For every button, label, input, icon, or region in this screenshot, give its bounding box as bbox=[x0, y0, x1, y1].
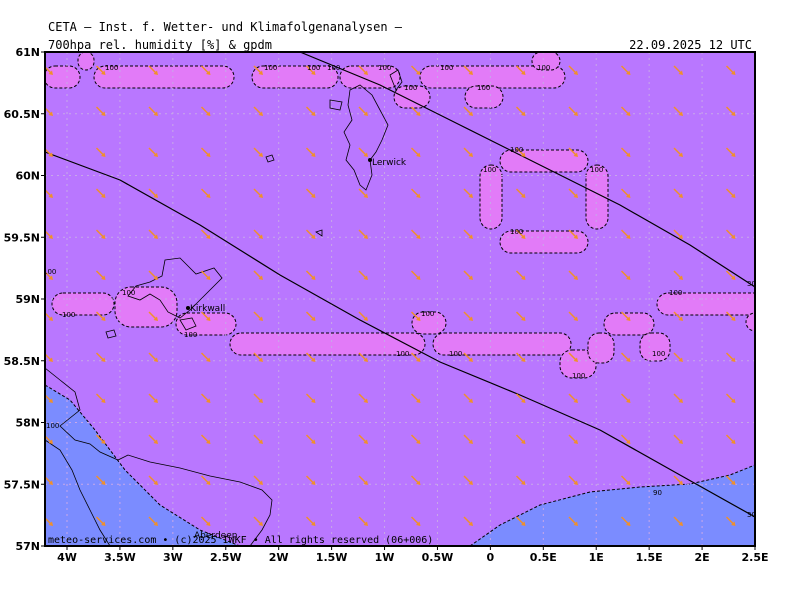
humidity-label-100: 100 bbox=[440, 64, 453, 72]
longitude-label: 1.5W bbox=[316, 551, 348, 564]
latitude-label: 58N bbox=[15, 417, 40, 430]
humidity-label-100: 100 bbox=[449, 350, 462, 358]
humidity-label-100: 100 bbox=[378, 64, 391, 72]
humidity-label-100: 100 bbox=[307, 64, 320, 72]
latitude-label: 57.5N bbox=[4, 478, 40, 491]
weather-map: 100 100 100 100 100 100 100 100 100 100 100 100 100 1… bbox=[4, 46, 769, 564]
humidity-label-90: 90 bbox=[653, 489, 662, 497]
humidity-label-100: 100 bbox=[46, 422, 59, 430]
humid-100-region bbox=[77, 52, 95, 71]
humidity-label-100: 100 bbox=[537, 64, 550, 72]
humidity-label-100: 100 bbox=[404, 84, 417, 92]
humidity-label-100: 100 bbox=[572, 372, 585, 380]
humidity-label-100: 100 bbox=[477, 84, 490, 92]
humidity-label-100: 100 bbox=[327, 64, 340, 72]
humidity-label-100: 100 bbox=[510, 146, 523, 154]
latitude-label: 59N bbox=[15, 293, 40, 306]
humid-100-region bbox=[479, 164, 503, 230]
latitude-label: 60N bbox=[15, 170, 40, 183]
latitude-label: 59.5N bbox=[4, 231, 40, 244]
longitude-label: 3W bbox=[163, 551, 183, 564]
humidity-label-100: 100 bbox=[510, 228, 523, 236]
humidity-label-100: 100 bbox=[184, 331, 197, 339]
humidity-label-100: 100 bbox=[62, 311, 75, 319]
humid-100-region bbox=[603, 312, 655, 336]
longitude-label: 0.5W bbox=[422, 551, 454, 564]
longitude-label: 2W bbox=[269, 551, 289, 564]
humidity-label-100: 100 bbox=[122, 289, 135, 297]
longitude-label: 2E bbox=[694, 551, 709, 564]
latitude-label: 61N bbox=[15, 46, 40, 59]
longitude-label: 0.5E bbox=[530, 551, 557, 564]
copyright-footer: meteo-services.com • (c)2025 IWKF • All … bbox=[48, 535, 434, 546]
humid-100-region bbox=[587, 332, 615, 364]
longitude-label: 1W bbox=[375, 551, 395, 564]
longitude-label: 4W bbox=[57, 551, 77, 564]
longitude-label: 0 bbox=[487, 551, 495, 564]
place-label-kirkwall: Kirkwall bbox=[190, 304, 225, 314]
humidity-label-100: 100 bbox=[421, 310, 434, 318]
humidity-label-100: 100 bbox=[483, 166, 496, 174]
humidity-label-100: 100 bbox=[105, 64, 118, 72]
latitude-label: 58.5N bbox=[4, 355, 40, 368]
humidity-label-100: 100 bbox=[396, 350, 409, 358]
latitude-label: 57N bbox=[15, 540, 40, 553]
longitude-label: 1E bbox=[589, 551, 604, 564]
humidity-label-100: 100 bbox=[590, 166, 603, 174]
longitude-label: 2.5E bbox=[741, 551, 768, 564]
longitude-label: 1.5E bbox=[636, 551, 663, 564]
latitude-label: 60.5N bbox=[4, 108, 40, 121]
place-label-lerwick: Lerwick bbox=[372, 158, 407, 168]
humidity-label-100: 100 bbox=[652, 350, 665, 358]
longitude-label: 2.5W bbox=[210, 551, 242, 564]
humid-100-region bbox=[45, 65, 81, 89]
humidity-label-100: 100 bbox=[669, 289, 682, 297]
humidity-label-100: 100 bbox=[264, 64, 277, 72]
longitude-label: 3.5W bbox=[104, 551, 136, 564]
